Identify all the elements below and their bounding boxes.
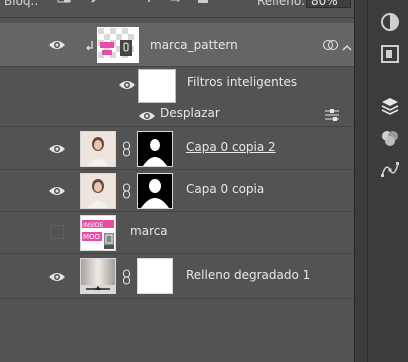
visibility-eye-icon[interactable] — [48, 271, 66, 283]
layer-row-marca-pattern[interactable]: marca_pattern — [0, 23, 354, 67]
smart-filter-options-icon[interactable] — [323, 39, 339, 51]
layer-row-marca[interactable]: INSIDE MOO marca — [0, 212, 354, 254]
fill-label: Relleno: — [257, 0, 306, 8]
layer-row-relleno-degradado[interactable]: Relleno degradado 1 — [0, 254, 354, 299]
lock-artboard-icon[interactable] — [168, 0, 182, 8]
layer-photo-thumbnail[interactable] — [80, 173, 116, 209]
visibility-eye-icon[interactable] — [118, 79, 136, 91]
layer-name: Capa 0 copia — [186, 182, 265, 196]
layers-panel: Bloq.: Relleno: 80% marca_pattern Filtro… — [0, 0, 354, 362]
lock-position-move-icon[interactable] — [142, 0, 156, 8]
layers-panel-icon[interactable] — [380, 96, 400, 116]
lock-pixels-brush-icon[interactable] — [90, 0, 104, 8]
smart-filter-mask-thumbnail[interactable] — [138, 69, 176, 103]
layer-name: Capa 0 copia 2 — [186, 140, 276, 154]
layer-mask-thumbnail[interactable] — [137, 131, 173, 167]
layer-mask-thumbnail[interactable] — [137, 258, 173, 294]
layers-toolbar: Bloq.: Relleno: 80% — [0, 0, 354, 18]
smart-filters-row[interactable]: Filtros inteligentes — [0, 67, 354, 105]
filter-name: Desplazar — [160, 106, 220, 120]
layer-row-capa0-copia2[interactable]: Capa 0 copia 2 — [0, 127, 354, 170]
visibility-eye-icon[interactable] — [138, 110, 156, 122]
visibility-eye-icon[interactable] — [48, 39, 66, 51]
fill-opacity-input[interactable]: 80% — [306, 0, 351, 8]
visibility-eye-icon[interactable] — [48, 143, 66, 155]
filter-blending-options-icon[interactable] — [325, 109, 339, 121]
channels-panel-icon[interactable] — [380, 128, 400, 148]
thumb-text: MOO — [83, 233, 101, 241]
visibility-toggle-off[interactable] — [50, 225, 64, 239]
filter-row-displace[interactable]: Desplazar — [0, 105, 354, 127]
lock-all-icon[interactable] — [196, 0, 210, 8]
layer-mask-thumbnail[interactable] — [137, 173, 173, 209]
mask-link-chain-icon[interactable] — [122, 141, 132, 157]
mask-link-chain-icon[interactable] — [122, 183, 132, 199]
properties-panel-icon[interactable] — [380, 44, 400, 64]
visibility-eye-icon[interactable] — [48, 185, 66, 197]
lock-transparency-icon[interactable] — [57, 0, 71, 8]
smart-object-badge-icon — [104, 233, 114, 249]
right-tool-column — [367, 0, 408, 362]
paths-panel-icon[interactable] — [380, 160, 400, 180]
layer-name: marca — [130, 224, 168, 238]
gradient-fill-thumbnail[interactable] — [80, 258, 116, 294]
color-panel-icon[interactable] — [380, 12, 400, 32]
layer-photo-thumbnail[interactable] — [80, 131, 116, 167]
layer-row-capa0-copia[interactable]: Capa 0 copia — [0, 170, 354, 212]
panel-scrollbar[interactable] — [354, 0, 368, 362]
layer-name: Relleno degradado 1 — [186, 268, 311, 282]
smart-filters-label: Filtros inteligentes — [187, 75, 298, 89]
thumb-text: INSIDE — [83, 222, 103, 229]
lock-label: Bloq.: — [4, 0, 39, 8]
layer-name: marca_pattern — [150, 38, 238, 52]
chevron-up-icon[interactable] — [342, 41, 352, 51]
mask-link-chain-icon[interactable] — [122, 269, 132, 285]
smart-object-thumbnail[interactable] — [97, 27, 139, 63]
clipping-arrow-icon — [86, 40, 94, 51]
